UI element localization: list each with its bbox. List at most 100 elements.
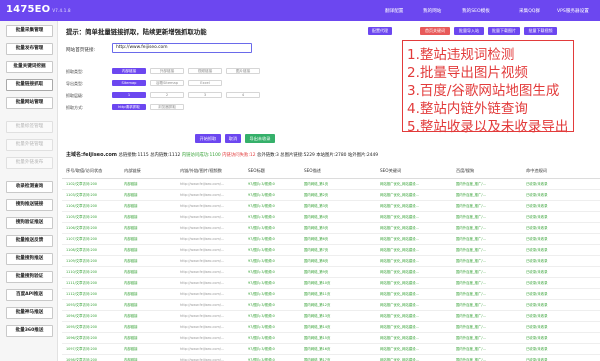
crawl-type-image[interactable]: 图片链接 bbox=[226, 68, 260, 74]
cell-index-state: 已收录/未收录 bbox=[522, 354, 600, 361]
crawl-depth-1[interactable]: 1 bbox=[112, 92, 146, 98]
cell-counts: 97/图片:3/视频:0 bbox=[244, 332, 300, 344]
crawl-method-http[interactable]: http请求抓取 bbox=[112, 104, 146, 110]
nav-my-sites[interactable]: 我的网站 bbox=[423, 8, 441, 14]
batch-import-site-button[interactable]: 批量导入站 bbox=[454, 27, 484, 35]
nav-vps-settings[interactable]: VPS服务器设置 bbox=[557, 8, 589, 14]
nav-translate-config[interactable]: 翻译配置 bbox=[385, 8, 403, 14]
crawl-type-video[interactable]: 视频链接 bbox=[188, 68, 222, 74]
table-row[interactable]: 1094/文章访问:200 内部链接 http://www.feijiseo.com… bbox=[62, 310, 600, 322]
table-row[interactable]: 1102/文章访问:200 内部链接 http://www.feijiseo.com… bbox=[62, 178, 600, 190]
cell-counts: 97/图片:3/视频:0 bbox=[244, 321, 300, 333]
cell-seo-title: 国内网络_第15页 bbox=[300, 332, 376, 344]
sidebar-item-link-crawl[interactable]: 批量链接抓取 bbox=[6, 79, 53, 91]
export-type-sitemap[interactable]: Sitemap bbox=[112, 80, 146, 86]
cell-counts: 97/图片:3/视频:0 bbox=[244, 211, 300, 223]
cell-internal-link: 内部链接 bbox=[120, 189, 176, 201]
sidebar-item-batch-sogou-verify[interactable]: 批量搜狗验证 bbox=[6, 271, 53, 283]
sidebar-item-360-push[interactable]: 批量360推送 bbox=[6, 325, 53, 337]
col-header-counts[interactable]: 内链/外链/图片/视频数 bbox=[176, 165, 244, 179]
table-row[interactable]: 1110/文章访问:200 内部链接 http://www.feijiseo.com… bbox=[62, 266, 600, 278]
table-row[interactable]: 1097/文章访问:200 内部链接 http://www.feijiseo.com… bbox=[62, 343, 600, 355]
cell-seo-desc: 网站推广优化_网站建设... bbox=[376, 277, 452, 289]
results-table-wrapper[interactable]: 序号/取值/访问状态 内部链接 内链/外链/图片/视频数 SEO标题 SEO描述… bbox=[62, 165, 600, 361]
col-header-violations[interactable]: 命中违规词 bbox=[522, 165, 600, 179]
stat-offsite-images: 站外图片:2449 bbox=[347, 153, 379, 158]
sidebar-item-backlinks[interactable]: 批量外链管理 bbox=[6, 139, 53, 151]
col-header-index[interactable]: 序号/取值/访问状态 bbox=[62, 165, 120, 179]
cell-counts: 97/图片:3/视频:0 bbox=[244, 189, 300, 201]
cell-seo-keywords: 国内外百度_推广/... bbox=[452, 288, 522, 300]
sidebar-item-shenma-push[interactable]: 批量神马推送 bbox=[6, 307, 53, 319]
cell-index-state: 已收录/未收录 bbox=[522, 266, 600, 278]
cell-url: http://www.feijiseo.com/... bbox=[176, 178, 244, 190]
crawl-depth-2[interactable]: 2 bbox=[150, 92, 184, 98]
config-proxy-button[interactable]: 配置代理 bbox=[368, 27, 392, 35]
cell-index-state: 已收录/未收录 bbox=[522, 332, 600, 344]
table-row[interactable]: 1098/文章访问:200 内部链接 http://www.feijiseo.com… bbox=[62, 354, 600, 361]
cell-url: http://www.feijiseo.com/... bbox=[176, 211, 244, 223]
crawl-depth-3[interactable]: 3 bbox=[188, 92, 222, 98]
batch-download-videos-button[interactable]: 批量下载视频 bbox=[524, 27, 557, 35]
table-row[interactable]: 1111/文章访问:200 内部链接 http://www.feijiseo.com… bbox=[62, 277, 600, 289]
col-header-seo-title[interactable]: SEO标题 bbox=[244, 165, 300, 179]
cell-index-state: 已收录/未收录 bbox=[522, 189, 600, 201]
nav-qq-groups[interactable]: 采集QQ群 bbox=[519, 8, 540, 14]
col-header-internal-link[interactable]: 内部链接 bbox=[120, 165, 176, 179]
sidebar-item-keywords[interactable]: 批量关键词挖掘 bbox=[6, 61, 53, 73]
table-row[interactable]: 1106/文章访问:200 内部链接 http://www.feijiseo.com… bbox=[62, 222, 600, 234]
crawl-type-label: 抓取类型: bbox=[66, 69, 84, 74]
col-header-baidu-sogou[interactable]: 百度/搜狗 bbox=[452, 165, 522, 179]
sidebar-item-baidu-api[interactable]: 百度API推送 bbox=[6, 289, 53, 301]
crawl-type-external[interactable]: 外部链接 bbox=[150, 68, 184, 74]
start-crawl-button[interactable]: 开始抓取 bbox=[195, 134, 221, 143]
cell-url: http://www.feijiseo.com/... bbox=[176, 332, 244, 344]
cancel-button[interactable]: 取消 bbox=[225, 134, 241, 143]
cell-seo-desc: 网站推广优化_网站建设... bbox=[376, 222, 452, 234]
cell-index-state: 已收录/未收录 bbox=[522, 343, 600, 355]
sidebar-item-sogou-push[interactable]: 搜狗推送链接 bbox=[6, 199, 53, 211]
homepage-keyword-button[interactable]: 首页关键词 bbox=[420, 27, 450, 35]
cell-url: http://www.feijiseo.com/... bbox=[176, 233, 244, 245]
sidebar-item-collect[interactable]: 批量采集管理 bbox=[6, 25, 53, 37]
export-type-excel[interactable]: Excel bbox=[188, 80, 222, 86]
crawl-method-browser[interactable]: 浏览器抓取 bbox=[150, 104, 184, 110]
sidebar-item-batch-sogou-push[interactable]: 批量搜狗推送 bbox=[6, 253, 53, 265]
table-row[interactable]: 1104/文章访问:200 内部链接 http://www.feijiseo.com… bbox=[62, 200, 600, 212]
cell-index-state: 已收录/未收录 bbox=[522, 233, 600, 245]
cell-counts: 97/图片:3/视频:0 bbox=[244, 354, 300, 361]
crawl-depth-4[interactable]: 4 bbox=[226, 92, 260, 98]
cell-internal-link: 内部链接 bbox=[120, 178, 176, 190]
table-row[interactable]: 1107/文章访问:200 内部链接 http://www.feijiseo.com… bbox=[62, 233, 600, 245]
cell-index-status: 1104/文章访问:200 bbox=[62, 200, 120, 212]
table-row[interactable]: 1095/文章访问:200 内部链接 http://www.feijiseo.com… bbox=[62, 321, 600, 333]
export-type-google-sitemap[interactable]: 谷歌Sitemap bbox=[150, 80, 184, 86]
batch-download-images-button[interactable]: 批量下载图片 bbox=[488, 27, 520, 35]
sidebar-item-push-feedback[interactable]: 批量推送反馈 bbox=[6, 235, 53, 247]
table-row[interactable]: 1109/文章访问:200 内部链接 http://www.feijiseo.com… bbox=[62, 255, 600, 267]
stat-internal-ok: 内链访问成功:1100 bbox=[181, 153, 221, 158]
nav-seo-templates[interactable]: 我的SEO模板 bbox=[462, 8, 490, 14]
col-header-seo-desc[interactable]: SEO描述 bbox=[300, 165, 376, 179]
table-row[interactable]: 1105/文章访问:200 内部链接 http://www.feijiseo.com… bbox=[62, 211, 600, 223]
table-row[interactable]: 1103/文章访问:200 内部链接 http://www.feijiseo.com… bbox=[62, 189, 600, 201]
cell-internal-link: 内部链接 bbox=[120, 354, 176, 361]
cell-index-state: 已收录/未收录 bbox=[522, 310, 600, 322]
crawl-type-internal[interactable]: 内部链接 bbox=[112, 68, 146, 74]
table-row[interactable]: 1093/文章访问:200 内部链接 http://www.feijiseo.com… bbox=[62, 299, 600, 311]
sidebar-item-publish[interactable]: 批量发布管理 bbox=[6, 43, 53, 55]
col-header-seo-keywords[interactable]: SEO关键词 bbox=[376, 165, 452, 179]
sidebar-item-tags[interactable]: 批量标签管理 bbox=[6, 121, 53, 133]
cell-seo-keywords: 国内外百度_推广/... bbox=[452, 299, 522, 311]
sidebar-item-sites[interactable]: 批量网站管理 bbox=[6, 97, 53, 109]
homepage-url-input[interactable]: http://www.feijiseo.com bbox=[112, 43, 252, 53]
sidebar-item-sogou-verify-push[interactable]: 搜狗验证推送 bbox=[6, 217, 53, 229]
cell-internal-link: 内部链接 bbox=[120, 255, 176, 267]
cell-seo-desc: 网站推广优化_网站建设... bbox=[376, 332, 452, 344]
sidebar-item-index-check[interactable]: 收录检测查询 bbox=[6, 181, 53, 193]
export-unindexed-button[interactable]: 导出未收录 bbox=[245, 134, 275, 143]
table-row[interactable]: 1112/文章访问:200 内部链接 http://www.feijiseo.com… bbox=[62, 288, 600, 300]
table-row[interactable]: 1108/文章访问:200 内部链接 http://www.feijiseo.com… bbox=[62, 244, 600, 256]
table-row[interactable]: 1096/文章访问:200 内部链接 http://www.feijiseo.com… bbox=[62, 332, 600, 344]
sidebar-item-backlink-publish[interactable]: 批量外链发布 bbox=[6, 157, 53, 169]
